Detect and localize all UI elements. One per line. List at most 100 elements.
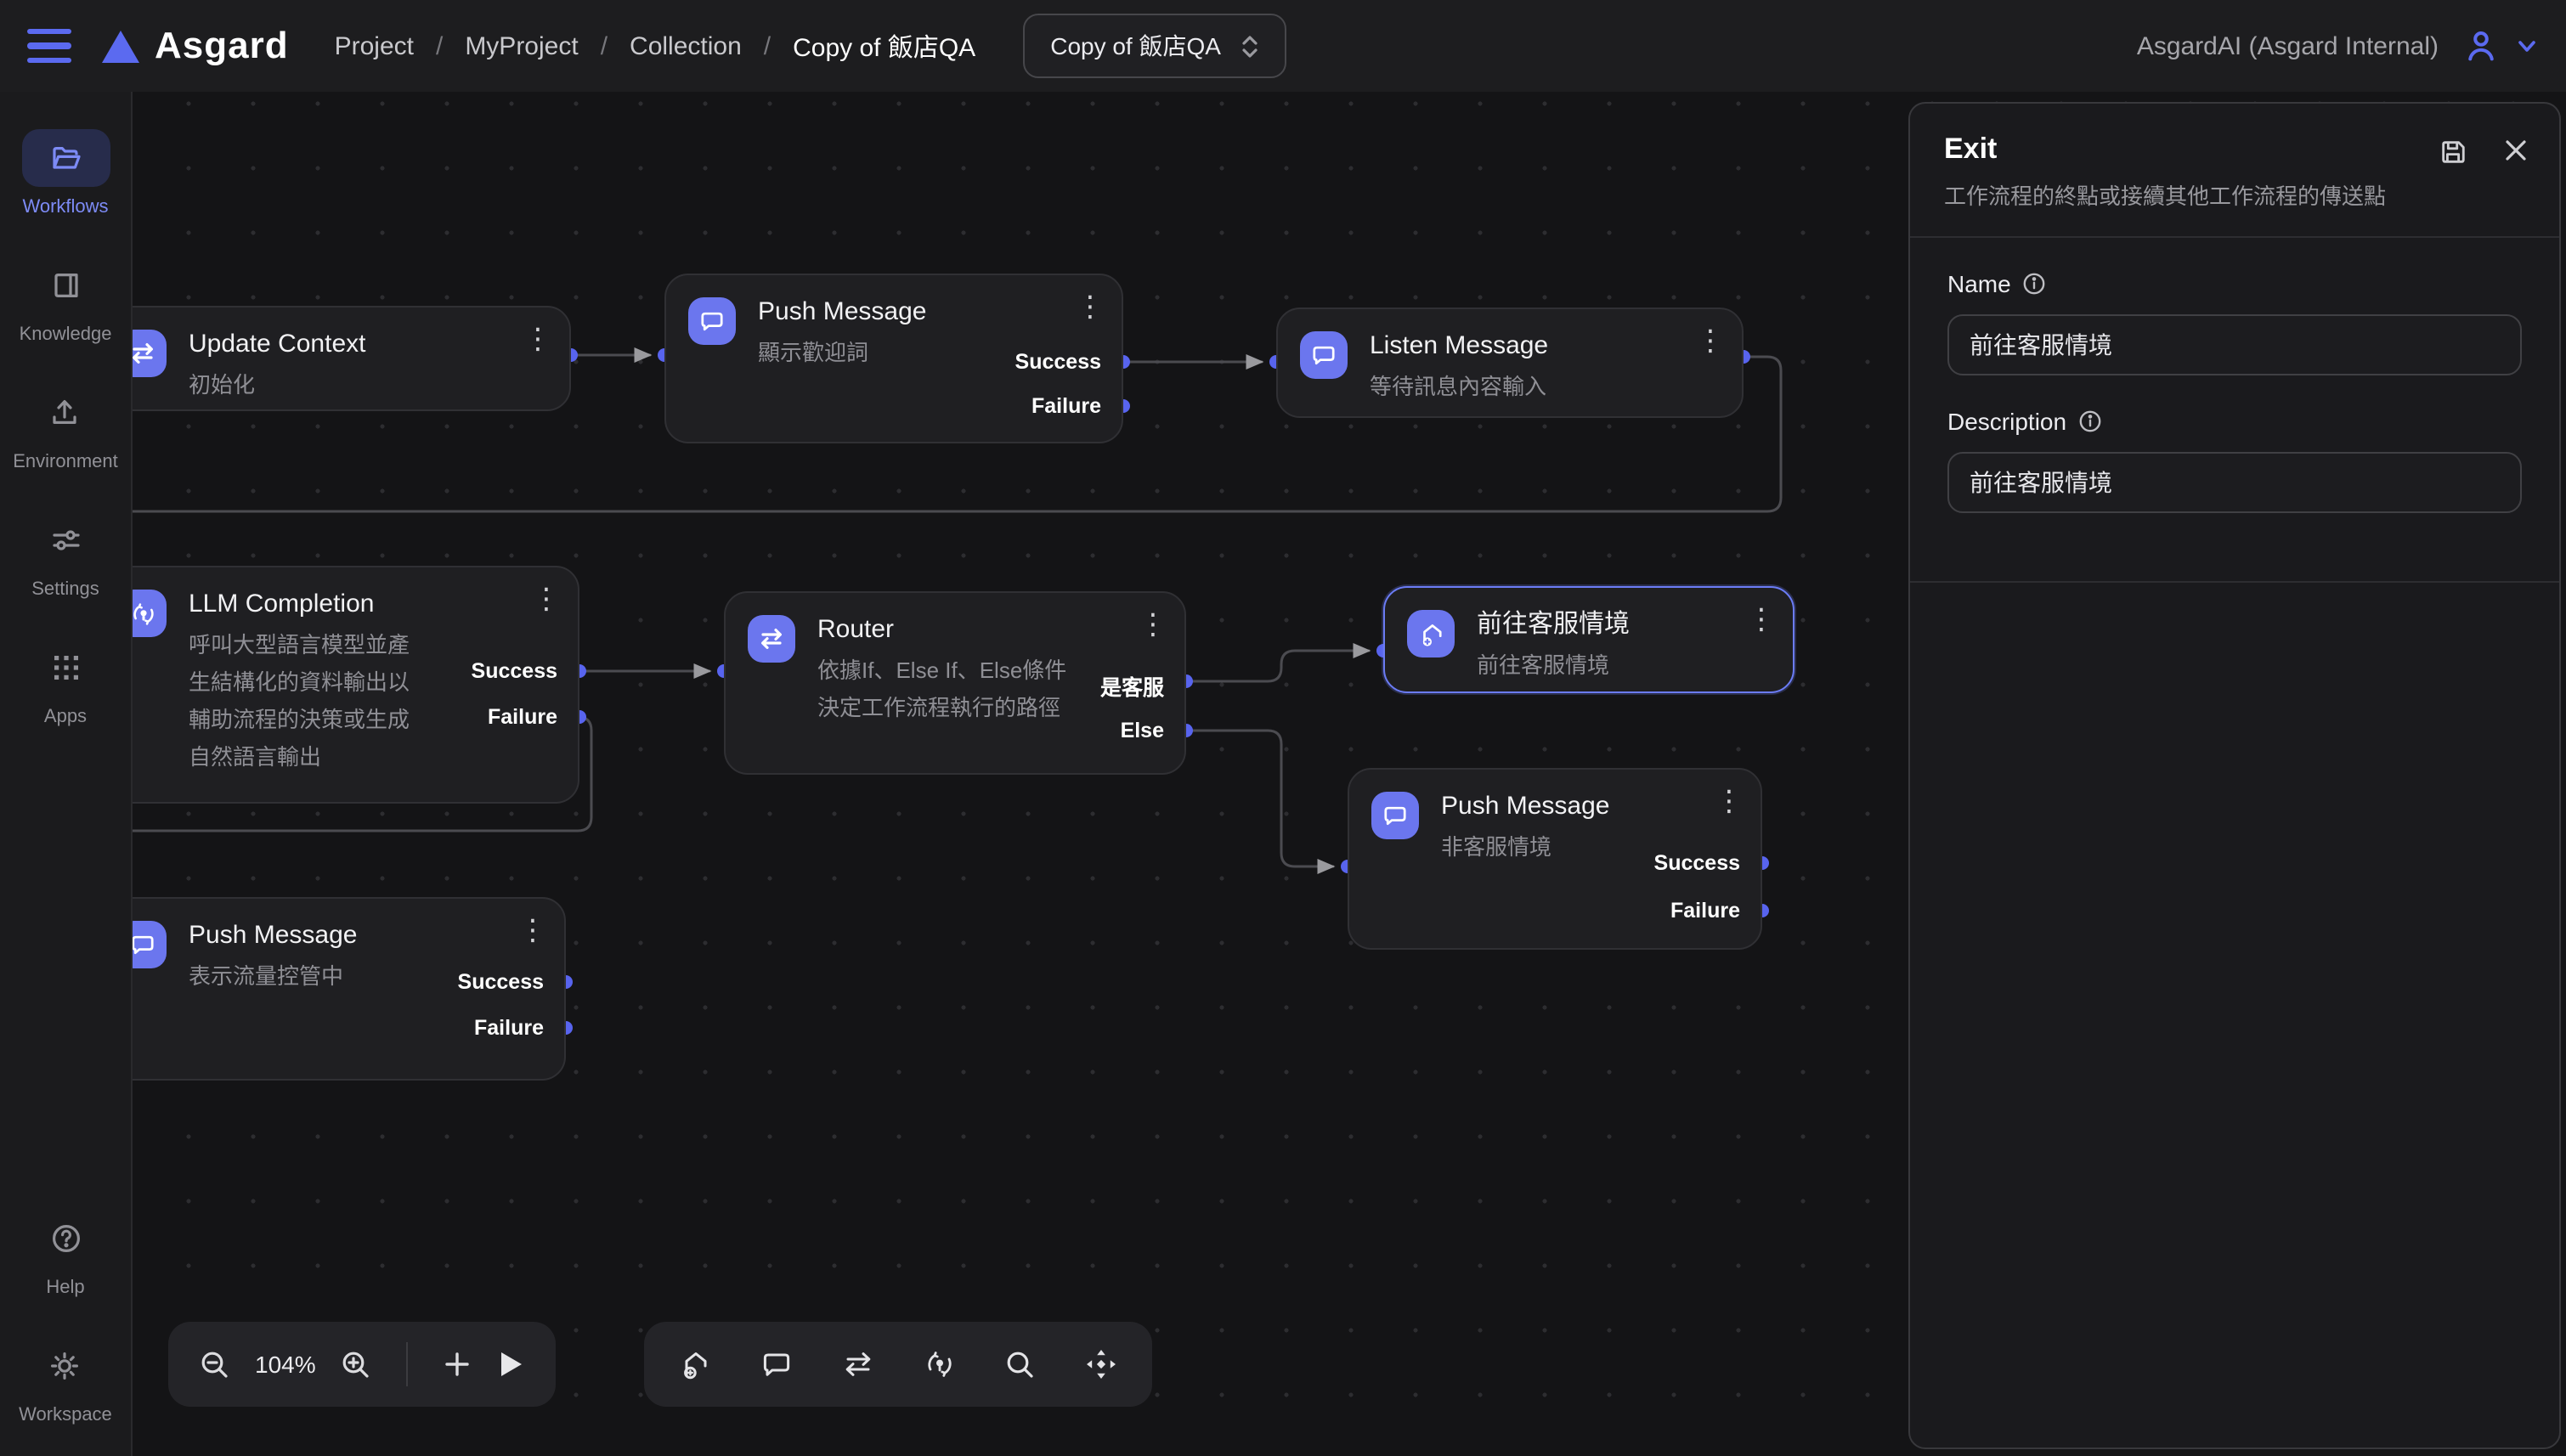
sidebar-item-label: Workflows bbox=[22, 197, 108, 217]
info-icon[interactable] bbox=[2023, 272, 2047, 296]
sidebar-item-apps[interactable]: Apps bbox=[21, 639, 110, 727]
kebab-menu-icon[interactable]: ⋮ bbox=[1696, 324, 1725, 358]
sidebar-item-label: Environment bbox=[13, 452, 118, 472]
node-title: LLM Completion bbox=[189, 588, 554, 622]
kebab-menu-icon[interactable]: ⋮ bbox=[1715, 785, 1744, 819]
node-title: Push Message bbox=[189, 919, 540, 953]
sidebar-item-help[interactable]: Help bbox=[21, 1210, 110, 1298]
close-icon[interactable] bbox=[2503, 138, 2529, 166]
output-label: Success bbox=[1654, 851, 1740, 875]
run-icon[interactable] bbox=[496, 1349, 525, 1380]
save-icon[interactable] bbox=[2439, 138, 2467, 166]
output-label: 是客服 bbox=[1100, 669, 1164, 702]
sidebar-item-settings[interactable]: Settings bbox=[21, 511, 110, 600]
add-exit-node-icon[interactable] bbox=[678, 1347, 712, 1381]
kebab-menu-icon[interactable]: ⋮ bbox=[1076, 291, 1105, 324]
node-listen-message[interactable]: Listen Message 等待訊息內容輸入 ⋮ bbox=[1276, 308, 1744, 418]
account-name: AsgardAI (Asgard Internal) bbox=[2137, 31, 2439, 60]
brand-name: Asgard bbox=[155, 24, 289, 68]
kebab-menu-icon[interactable]: ⋮ bbox=[1139, 608, 1167, 642]
gear-icon bbox=[48, 1349, 82, 1383]
node-exit-cs[interactable]: 前往客服情境 前往客服情境 ⋮ bbox=[1383, 586, 1795, 693]
llm-bulb-icon bbox=[133, 590, 167, 637]
swap-arrows-icon bbox=[748, 615, 795, 663]
zoom-toolbar: 104% bbox=[168, 1322, 556, 1407]
breadcrumb-collection[interactable]: Collection bbox=[630, 31, 793, 60]
swap-arrows-icon bbox=[133, 330, 167, 377]
chat-bubble-icon bbox=[133, 921, 167, 968]
sidebar-item-workspace[interactable]: Workspace bbox=[19, 1337, 112, 1425]
chevron-down-icon[interactable] bbox=[2515, 34, 2539, 58]
workflow-selector-label: Copy of 飯店QA bbox=[1050, 29, 1221, 63]
breadcrumb-myproject[interactable]: MyProject bbox=[465, 31, 630, 60]
llm-node-icon[interactable] bbox=[923, 1347, 957, 1381]
sidebar-item-label: Workspace bbox=[19, 1405, 112, 1425]
kebab-menu-icon[interactable]: ⋮ bbox=[1747, 603, 1776, 637]
sidebar-item-label: Knowledge bbox=[20, 324, 112, 345]
node-push-message-welcome[interactable]: Push Message 顯示歡迎詞 ⋮ Success Failure bbox=[664, 274, 1123, 443]
zoom-out-icon[interactable] bbox=[199, 1348, 231, 1380]
node-title: Push Message bbox=[758, 296, 1098, 330]
sliders-icon bbox=[48, 523, 82, 557]
kebab-menu-icon[interactable]: ⋮ bbox=[518, 914, 547, 948]
sidebar-item-knowledge[interactable]: Knowledge bbox=[20, 257, 112, 345]
description-input[interactable] bbox=[1947, 452, 2522, 513]
node-llm-completion[interactable]: LLM Completion 呼叫大型語言模型並產生結構化的資料輸出以輔助流程的… bbox=[133, 566, 579, 804]
book-icon bbox=[48, 268, 82, 302]
node-router[interactable]: Router 依據If、Else If、Else條件決定工作流程執行的路徑 ⋮ … bbox=[724, 591, 1186, 775]
panel-header: Exit 工作流程的終點或接續其他工作流程的傳送點 bbox=[1910, 104, 2559, 236]
message-node-icon[interactable] bbox=[760, 1347, 794, 1381]
output-label: Failure bbox=[1670, 899, 1740, 923]
output-label: Success bbox=[472, 659, 557, 683]
panel-divider bbox=[1910, 581, 2559, 583]
kebab-menu-icon[interactable]: ⋮ bbox=[532, 583, 561, 617]
add-node-icon[interactable] bbox=[442, 1349, 472, 1380]
folder-icon bbox=[48, 141, 82, 175]
node-subtitle: 前往客服情境 bbox=[1477, 647, 1769, 685]
help-icon bbox=[48, 1222, 82, 1256]
chevron-up-down-icon bbox=[1241, 33, 1260, 59]
sidebar-item-environment[interactable]: Environment bbox=[13, 384, 118, 472]
output-label: Failure bbox=[1031, 394, 1101, 418]
name-input[interactable] bbox=[1947, 314, 2522, 375]
node-subtitle: 等待訊息內容輸入 bbox=[1370, 369, 1718, 406]
pan-icon[interactable] bbox=[1084, 1347, 1118, 1381]
workflow-editor: Asgard Project MyProject Collection Copy… bbox=[0, 0, 2566, 1456]
workflow-selector[interactable]: Copy of 飯店QA bbox=[1023, 14, 1287, 78]
node-push-message-throttle[interactable]: Push Message 表示流量控管中 ⋮ Success Failure bbox=[133, 897, 566, 1081]
grid-icon bbox=[50, 652, 81, 683]
wire bbox=[1186, 731, 1334, 866]
chat-bubble-icon bbox=[1300, 331, 1348, 379]
chat-bubble-icon bbox=[1371, 792, 1419, 839]
router-node-icon[interactable] bbox=[841, 1347, 875, 1381]
wire bbox=[1186, 651, 1370, 681]
asgard-logo-icon bbox=[102, 30, 139, 62]
node-push-message-noncs[interactable]: Push Message 非客服情境 ⋮ Success Failure bbox=[1348, 768, 1762, 950]
zoom-in-icon[interactable] bbox=[340, 1348, 372, 1380]
zoom-level: 104% bbox=[255, 1351, 316, 1378]
name-label: Name bbox=[1947, 270, 2522, 297]
sidebar-item-label: Apps bbox=[44, 707, 87, 727]
output-label: Success bbox=[458, 970, 544, 994]
kebab-menu-icon[interactable]: ⋮ bbox=[523, 323, 552, 357]
node-title: 前往客服情境 bbox=[1477, 608, 1769, 642]
sidebar: Workflows Knowledge Environment bbox=[0, 92, 133, 1456]
node-subtitle: 初始化 bbox=[189, 367, 545, 404]
output-label: Else bbox=[1121, 719, 1164, 742]
menu-icon[interactable] bbox=[27, 29, 71, 63]
top-bar: Asgard Project MyProject Collection Copy… bbox=[0, 0, 2566, 92]
node-title: Update Context bbox=[189, 328, 545, 362]
node-update-context[interactable]: Update Context 初始化 ⋮ bbox=[133, 306, 571, 411]
output-label: Failure bbox=[474, 1016, 544, 1040]
search-icon[interactable] bbox=[1004, 1348, 1037, 1380]
description-label: Description bbox=[1947, 408, 2522, 435]
breadcrumb-project[interactable]: Project bbox=[335, 31, 466, 60]
node-title: Push Message bbox=[1441, 790, 1737, 824]
info-icon[interactable] bbox=[2078, 409, 2102, 433]
user-icon[interactable] bbox=[2462, 27, 2500, 65]
node-title: Listen Message bbox=[1370, 330, 1718, 364]
sidebar-item-workflows[interactable]: Workflows bbox=[21, 129, 110, 217]
upload-icon bbox=[48, 396, 82, 430]
node-title: Router bbox=[817, 613, 1161, 647]
output-label: Failure bbox=[488, 705, 557, 729]
